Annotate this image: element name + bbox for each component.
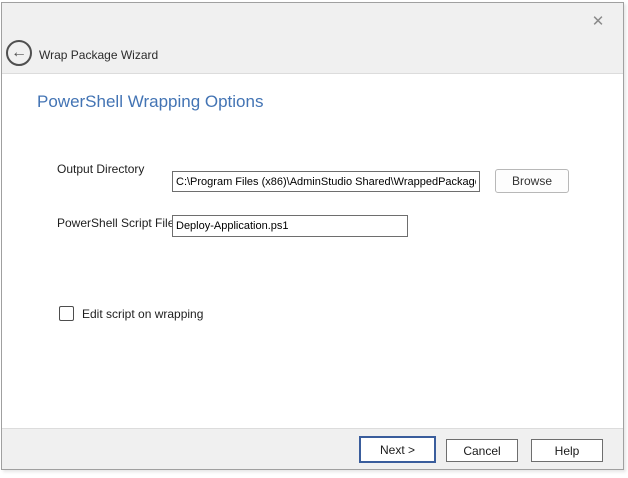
cancel-button[interactable]: Cancel bbox=[446, 439, 518, 462]
browse-button[interactable]: Browse bbox=[495, 169, 569, 193]
output-directory-input[interactable] bbox=[172, 171, 480, 192]
back-button[interactable]: ← bbox=[6, 40, 32, 66]
next-button-label: Next > bbox=[380, 443, 415, 457]
wizard-title: Wrap Package Wizard bbox=[39, 48, 158, 62]
page-title: PowerShell Wrapping Options bbox=[37, 92, 263, 112]
script-file-label: PowerShell Script File bbox=[57, 216, 174, 230]
next-button[interactable]: Next > bbox=[359, 436, 436, 463]
edit-script-checkbox-label: Edit script on wrapping bbox=[82, 307, 203, 321]
edit-script-checkbox[interactable] bbox=[59, 306, 74, 321]
page: Next > Cancel Help ✕ ← Wrap Package Wiza… bbox=[0, 0, 628, 478]
output-directory-label: Output Directory bbox=[57, 162, 144, 176]
script-file-input[interactable] bbox=[172, 215, 408, 237]
cancel-button-label: Cancel bbox=[463, 444, 500, 458]
dialog-header bbox=[2, 3, 623, 74]
back-arrow-icon: ← bbox=[11, 45, 27, 61]
help-button-label: Help bbox=[555, 444, 580, 458]
dialog-footer: Next > Cancel Help bbox=[2, 428, 623, 469]
close-icon: ✕ bbox=[592, 12, 605, 30]
help-button[interactable]: Help bbox=[531, 439, 603, 462]
wizard-dialog: Next > Cancel Help ✕ ← Wrap Package Wiza… bbox=[1, 2, 624, 470]
close-button[interactable]: ✕ bbox=[586, 9, 610, 33]
browse-button-label: Browse bbox=[512, 174, 552, 188]
